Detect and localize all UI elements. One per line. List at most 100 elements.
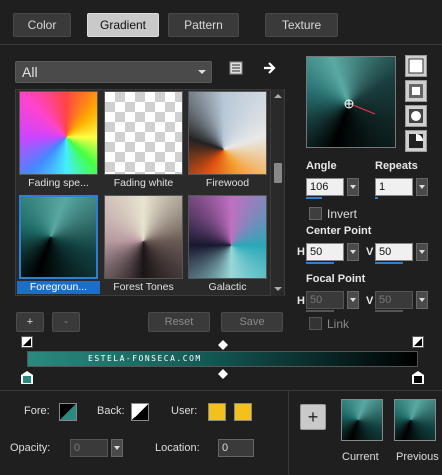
angle-handle[interactable] — [307, 57, 397, 149]
category-dropdown[interactable]: All — [15, 61, 212, 83]
section-divider — [0, 390, 442, 391]
center-v-slider[interactable] — [375, 262, 403, 264]
midpoint-diamond-icon[interactable] — [218, 340, 228, 350]
back-swatch[interactable] — [131, 403, 149, 421]
tile-caption: Foregroun... — [17, 281, 100, 294]
focal-h-spin-button[interactable] — [347, 291, 359, 309]
center-h-spin-button[interactable] — [347, 243, 359, 261]
angle-spin-button[interactable] — [347, 178, 359, 196]
button-label: + — [26, 316, 34, 328]
category-value: All — [22, 64, 38, 80]
invert-checkbox[interactable] — [309, 207, 322, 220]
gradient-tile[interactable]: Galactic — [186, 194, 269, 294]
gradient-preview[interactable] — [306, 56, 396, 148]
tab-pattern[interactable]: Pattern — [168, 13, 239, 37]
button-label: + — [307, 406, 319, 427]
color-stop-marker[interactable] — [21, 371, 33, 384]
tile-caption: Firewood — [205, 177, 250, 189]
gradient-strip[interactable]: ESTELA-FONSECA.COM — [27, 351, 418, 367]
tab-gradient[interactable]: Gradient — [87, 13, 159, 37]
back-label: Back: — [97, 405, 125, 417]
arrow-right-icon[interactable] — [263, 61, 279, 75]
user-label: User: — [171, 405, 198, 417]
gradient-tile[interactable]: Foregroun... — [17, 194, 100, 294]
center-h-label: H — [297, 246, 305, 258]
focal-v-slider[interactable] — [375, 310, 403, 312]
tile-caption: Fading white — [113, 177, 174, 189]
link-checkbox[interactable] — [309, 317, 322, 330]
focal-v-spin-button[interactable] — [416, 291, 428, 309]
location-input[interactable]: 0 — [218, 439, 254, 457]
user-swatch-2[interactable] — [234, 403, 252, 421]
previous-swatch[interactable] — [394, 399, 436, 441]
tab-color[interactable]: Color — [13, 13, 71, 37]
opacity-stop-marker[interactable] — [21, 336, 33, 348]
scroll-down-icon[interactable] — [274, 287, 282, 291]
focal-h-label: H — [297, 295, 305, 307]
previous-label: Previous — [396, 451, 439, 463]
midpoint-diamond-icon[interactable] — [218, 369, 228, 379]
opacity-input[interactable]: 0 — [70, 439, 108, 457]
focal-point-label: Focal Point — [306, 273, 366, 285]
button-label: - — [64, 316, 68, 328]
tab-texture[interactable]: Texture — [265, 13, 338, 37]
fore-swatch[interactable] — [59, 403, 77, 421]
tile-caption: Fading spe... — [28, 177, 89, 189]
button-label: Reset — [164, 316, 194, 328]
reset-button[interactable]: Reset — [148, 312, 210, 332]
focal-h-slider[interactable] — [306, 310, 334, 312]
opacity-stop-marker[interactable] — [412, 336, 424, 348]
center-v-label: V — [366, 246, 374, 258]
tab-label: Texture — [281, 18, 322, 32]
gradient-gallery: Fading spe... Fading white Firewood Fore… — [15, 89, 285, 296]
angle-label: Angle — [306, 160, 337, 172]
repeats-label: Repeats — [375, 160, 418, 172]
angle-slider[interactable] — [306, 197, 322, 199]
tab-label: Pattern — [184, 18, 223, 32]
link-label: Link — [327, 317, 350, 331]
linear-style-button[interactable] — [405, 55, 427, 77]
current-swatch — [341, 399, 383, 441]
center-h-slider[interactable] — [306, 262, 334, 264]
center-v-spin-button[interactable] — [416, 243, 428, 261]
repeats-input[interactable]: 1 — [375, 178, 413, 196]
user-swatch-1[interactable] — [208, 403, 226, 421]
gradient-tile[interactable]: Firewood — [186, 90, 269, 190]
angle-input[interactable]: 106 — [306, 178, 344, 196]
strip-watermark: ESTELA-FONSECA.COM — [88, 354, 202, 363]
gallery-scrollbar[interactable] — [270, 89, 284, 296]
location-label: Location: — [155, 442, 200, 454]
library-icon[interactable] — [229, 61, 243, 75]
gradient-tile[interactable]: Fading spe... — [17, 90, 100, 190]
add-gradient-button[interactable]: + — [16, 312, 44, 332]
repeats-spin-button[interactable] — [416, 178, 428, 196]
repeats-slider[interactable] — [375, 197, 378, 199]
tile-caption: Galactic — [208, 281, 247, 293]
chevron-down-icon — [198, 70, 206, 74]
focal-v-label: V — [366, 295, 374, 307]
tile-caption: Forest Tones — [113, 281, 174, 293]
save-button[interactable]: Save — [221, 312, 283, 332]
rectangular-style-button[interactable] — [405, 80, 427, 102]
remove-gradient-button[interactable]: - — [52, 312, 80, 332]
current-label: Current — [342, 451, 379, 463]
scroll-up-icon[interactable] — [274, 94, 282, 98]
scroll-thumb[interactable] — [274, 163, 282, 183]
focal-v-input[interactable]: 50 — [375, 291, 413, 309]
gradient-tile[interactable]: Forest Tones — [102, 194, 185, 294]
opacity-spin-button[interactable] — [111, 439, 123, 457]
center-h-input[interactable]: 50 — [306, 243, 344, 261]
focal-h-input[interactable]: 50 — [306, 291, 344, 309]
center-point-label: Center Point — [306, 225, 372, 237]
radial-style-button[interactable] — [405, 130, 427, 152]
tab-divider — [0, 44, 442, 45]
invert-label: Invert — [327, 207, 358, 221]
gradient-tile[interactable]: Fading white — [102, 90, 185, 190]
center-v-input[interactable]: 50 — [375, 243, 413, 261]
tab-label: Gradient — [99, 18, 147, 32]
fore-label: Fore: — [24, 405, 50, 417]
color-stop-marker[interactable] — [412, 371, 424, 384]
sunburst-style-button[interactable] — [405, 105, 427, 127]
add-swatch-button[interactable]: + — [300, 404, 326, 430]
section-divider — [288, 391, 289, 475]
